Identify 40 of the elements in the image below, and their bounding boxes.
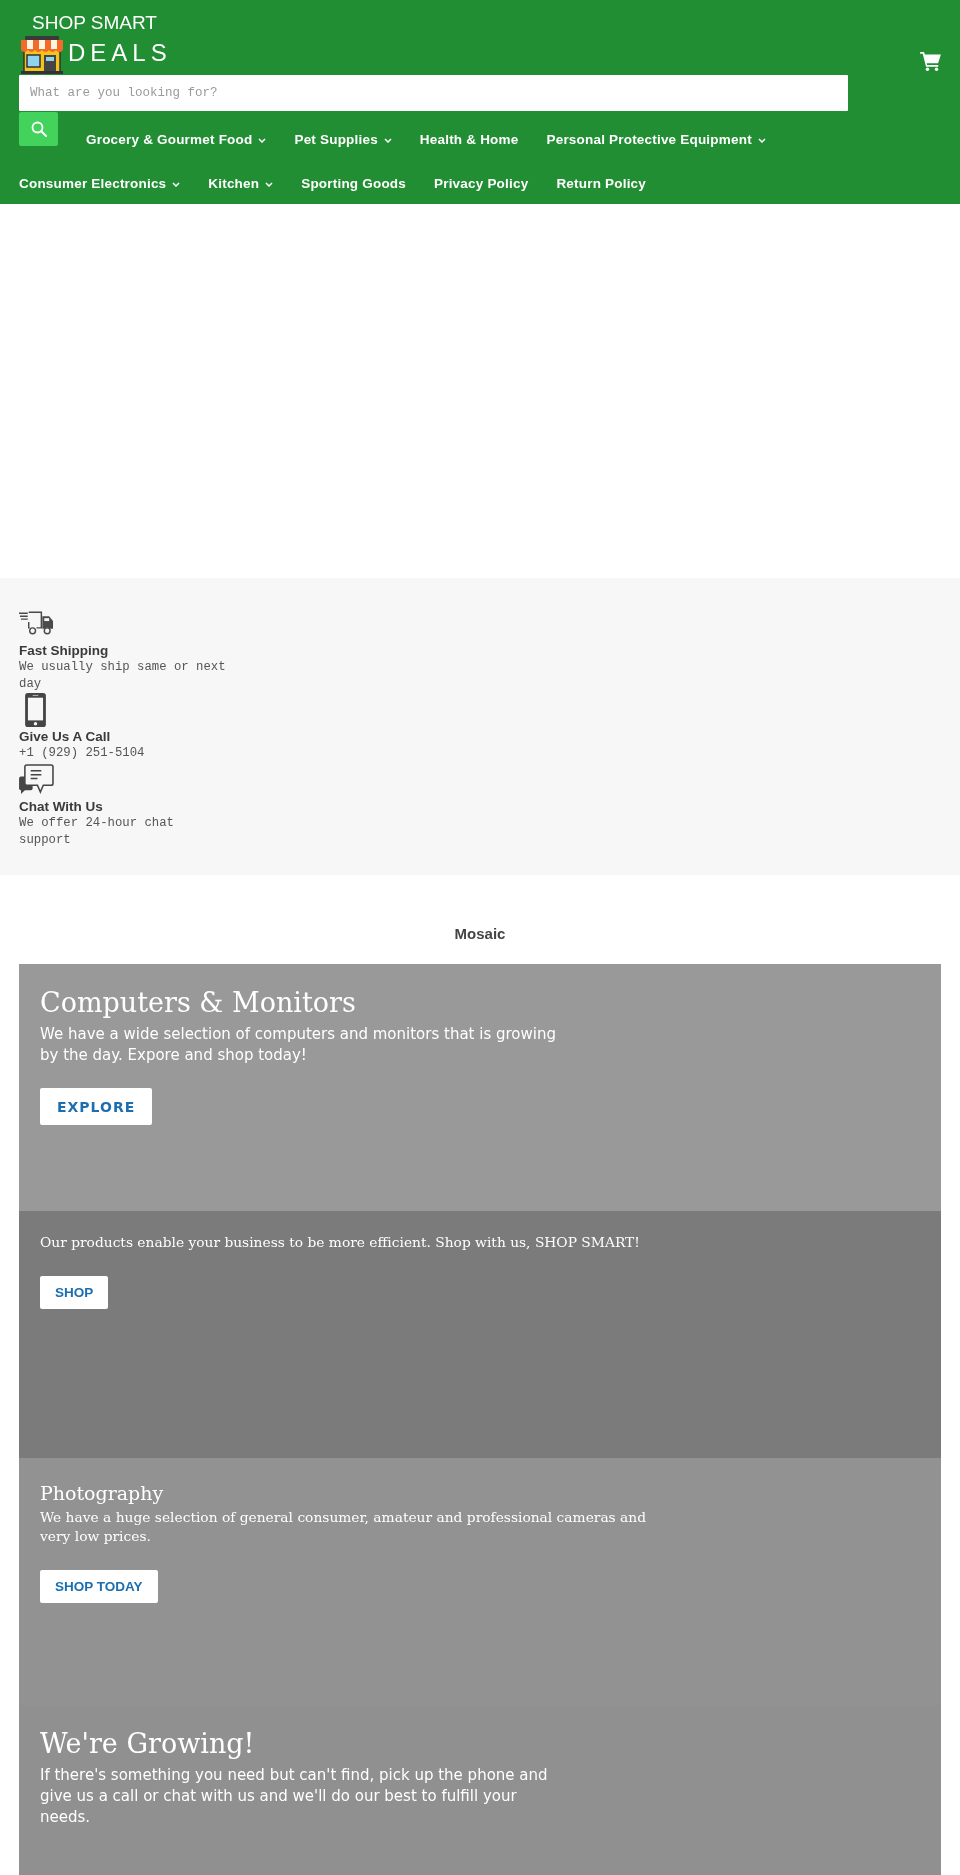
tile-button[interactable]: EXPLORE: [40, 1088, 153, 1125]
feature-title: Give Us A Call: [19, 729, 111, 745]
tile-text: We have a huge selection of general consumer, amateur and professional cameras and very low prices.: [40, 1508, 648, 1546]
caret-icon: [258, 137, 267, 143]
truck-icon: [19, 611, 54, 635]
feature-text: We offer 24-hour chat support: [19, 815, 175, 849]
caret-icon: [172, 181, 181, 187]
feature-title: Chat With Us: [19, 799, 103, 815]
caret-icon: [265, 181, 274, 187]
nav-link[interactable]: Return Policy: [556, 166, 646, 200]
tile-title: We're Growing!: [40, 1727, 255, 1761]
logo-text[interactable]: SHOP SMART: [32, 12, 157, 34]
feature-text: +1 (929) 251-5104: [19, 745, 146, 762]
phone-icon: [25, 693, 46, 727]
section-heading: Mosaic: [453, 924, 507, 944]
nav-link[interactable]: Kitchen: [208, 166, 274, 200]
chat-icon: [19, 764, 54, 795]
cart-icon[interactable]: [920, 52, 941, 71]
nav-link[interactable]: Pet Supplies: [294, 122, 392, 156]
feature-text: We usually ship same or next day: [19, 659, 227, 693]
tile-button[interactable]: SHOP TODAY: [40, 1570, 158, 1603]
store-icon[interactable]: [20, 36, 64, 74]
caret-icon: [757, 137, 766, 143]
tile-text: We have a wide selection of computers and monitors that is growing by the day. Expore and shop today!: [40, 1024, 557, 1066]
logo-text[interactable]: DEALS: [68, 40, 172, 66]
nav-link[interactable]: Consumer Electronics: [19, 166, 181, 200]
nav-link[interactable]: Personal Protective Equipment: [546, 122, 766, 156]
search-field[interactable]: What are you looking for?: [19, 75, 848, 111]
tile-button[interactable]: SHOP: [40, 1276, 109, 1309]
tile-text: If there's something you need but can't find, pick up the phone and give us a call or chat with us and we'll do our best to fulfill your needs.: [40, 1765, 549, 1828]
search-icon: [30, 121, 47, 137]
tile-title: Computers & Monitors: [40, 986, 356, 1020]
tile-title: Photography: [40, 1481, 164, 1506]
feature-title: Fast Shipping: [19, 643, 109, 659]
nav-link[interactable]: Health & Home: [419, 122, 519, 156]
tile-text: Our products enable your business to be more efficient. Shop with us, SHOP SMART!: [40, 1233, 640, 1252]
nav-link[interactable]: Grocery & Gourmet Food: [86, 122, 267, 156]
nav-link[interactable]: Sporting Goods: [301, 166, 406, 200]
nav-link[interactable]: Privacy Policy: [434, 166, 529, 200]
caret-icon: [383, 137, 392, 143]
